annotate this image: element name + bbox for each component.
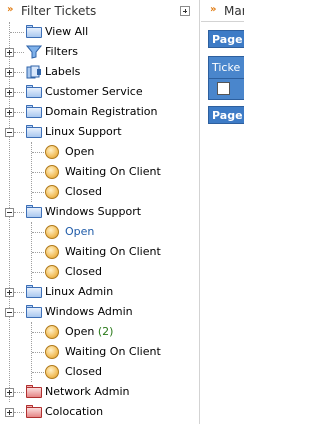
tree-item-windows-admin-waiting[interactable]: Waiting On Client bbox=[0, 342, 200, 362]
status-circle-icon bbox=[45, 145, 59, 159]
ticket-column-header: Ticke bbox=[212, 61, 241, 74]
header-divider bbox=[209, 78, 244, 79]
tree-item-linux-admin[interactable]: Linux Admin bbox=[0, 282, 200, 302]
tree-item-label: Filters bbox=[45, 45, 78, 58]
expand-icon[interactable] bbox=[5, 288, 14, 297]
main-title: Mar bbox=[224, 4, 244, 18]
collapse-icon[interactable] bbox=[5, 208, 14, 217]
main-content: » Mar Page Ticke Page bbox=[201, 0, 244, 424]
tree-item-label: Open bbox=[65, 225, 95, 238]
tree-item-label: Open bbox=[65, 145, 95, 158]
tree-item-label: Domain Registration bbox=[45, 105, 158, 118]
tree-item-linux-support-open[interactable]: Open bbox=[0, 142, 200, 162]
tree-item-label: Open (2) bbox=[65, 325, 113, 338]
status-circle-icon bbox=[45, 325, 59, 339]
tree-item-windows-admin[interactable]: Windows Admin bbox=[0, 302, 200, 322]
folder-icon bbox=[26, 285, 42, 298]
tree-item-windows-admin-closed[interactable]: Closed bbox=[0, 362, 200, 382]
pagination-label: Page bbox=[212, 109, 243, 122]
ticket-filter-tree: View All Filters Labels Customer Service… bbox=[0, 22, 200, 424]
tree-item-label: Customer Service bbox=[45, 85, 143, 98]
tree-item-label: Waiting On Client bbox=[65, 165, 161, 178]
status-circle-icon bbox=[45, 225, 59, 239]
tree-item-label: Closed bbox=[65, 185, 102, 198]
expand-icon[interactable] bbox=[5, 48, 14, 57]
tree-item-label: Closed bbox=[65, 265, 102, 278]
tree-item-label: View All bbox=[45, 25, 89, 38]
expand-icon[interactable] bbox=[5, 388, 14, 397]
status-circle-icon bbox=[45, 365, 59, 379]
folder-red-icon bbox=[26, 405, 42, 418]
tree-item-windows-support[interactable]: Windows Support bbox=[0, 202, 200, 222]
ticket-count: (2) bbox=[97, 325, 114, 338]
tree-item-label: Colocation bbox=[45, 405, 104, 418]
status-circle-icon bbox=[45, 185, 59, 199]
status-circle-icon bbox=[45, 245, 59, 259]
tree-item-label-text: Open bbox=[65, 325, 95, 338]
labels-icon bbox=[26, 65, 41, 79]
tree-item-label: Windows Support bbox=[45, 205, 142, 218]
tree-item-label: Linux Admin bbox=[45, 285, 114, 298]
tree-item-label: Waiting On Client bbox=[65, 245, 161, 258]
funnel-icon bbox=[26, 45, 42, 59]
expand-icon[interactable] bbox=[5, 88, 14, 97]
tree-item-customer-service[interactable]: Customer Service bbox=[0, 82, 200, 102]
tree-item-windows-support-waiting[interactable]: Waiting On Client bbox=[0, 242, 200, 262]
tree-item-windows-support-open[interactable]: Open bbox=[0, 222, 200, 242]
pagination-bar-top: Page bbox=[208, 30, 244, 48]
tree-item-windows-admin-open[interactable]: Open (2) bbox=[0, 322, 200, 342]
collapse-icon[interactable] bbox=[5, 128, 14, 137]
filter-tickets-panel: » Filter Tickets View All Filters Labels… bbox=[0, 0, 200, 424]
select-all-checkbox[interactable] bbox=[217, 82, 230, 95]
folder-icon bbox=[26, 125, 42, 138]
collapse-icon[interactable] bbox=[5, 308, 14, 317]
folder-icon bbox=[26, 205, 42, 218]
tree-item-label: Windows Admin bbox=[45, 305, 133, 318]
tree-item-label: Network Admin bbox=[45, 385, 130, 398]
tree-item-linux-support[interactable]: Linux Support bbox=[0, 122, 200, 142]
folder-icon bbox=[26, 105, 42, 118]
ticket-table: Ticke bbox=[208, 56, 244, 100]
expand-icon[interactable] bbox=[5, 108, 14, 117]
tree-item-domain-registration[interactable]: Domain Registration bbox=[0, 102, 200, 122]
tree-item-view-all[interactable]: View All bbox=[0, 22, 200, 42]
tree-item-linux-support-waiting[interactable]: Waiting On Client bbox=[0, 162, 200, 182]
tree-item-windows-support-closed[interactable]: Closed bbox=[0, 262, 200, 282]
tree-item-label: Waiting On Client bbox=[65, 345, 161, 358]
tree-item-linux-support-closed[interactable]: Closed bbox=[0, 182, 200, 202]
folder-icon bbox=[26, 85, 42, 98]
panel-title: Filter Tickets bbox=[21, 4, 97, 18]
tree-item-filters[interactable]: Filters bbox=[0, 42, 200, 62]
double-chevron-right-icon: » bbox=[210, 4, 217, 15]
tree-item-colocation[interactable]: Colocation bbox=[0, 402, 200, 422]
double-chevron-right-icon: » bbox=[7, 4, 14, 15]
folder-red-icon bbox=[26, 385, 42, 398]
main-header: » Mar bbox=[201, 0, 244, 22]
pagination-label: Page bbox=[212, 33, 243, 46]
expand-icon[interactable] bbox=[5, 68, 14, 77]
status-circle-icon bbox=[45, 165, 59, 179]
folder-icon bbox=[26, 305, 42, 318]
tree-item-label: Linux Support bbox=[45, 125, 122, 138]
expand-icon[interactable] bbox=[5, 408, 14, 417]
tree-item-network-admin[interactable]: Network Admin bbox=[0, 382, 200, 402]
tree-item-label: Labels bbox=[45, 65, 81, 78]
status-circle-icon bbox=[45, 265, 59, 279]
panel-expand-icon[interactable] bbox=[180, 6, 190, 16]
tree-item-labels[interactable]: Labels bbox=[0, 62, 200, 82]
pagination-bar-bottom: Page bbox=[208, 106, 244, 124]
status-circle-icon bbox=[45, 345, 59, 359]
tree-item-label: Closed bbox=[65, 365, 102, 378]
folder-icon bbox=[26, 25, 42, 38]
panel-header: » Filter Tickets bbox=[0, 0, 200, 22]
